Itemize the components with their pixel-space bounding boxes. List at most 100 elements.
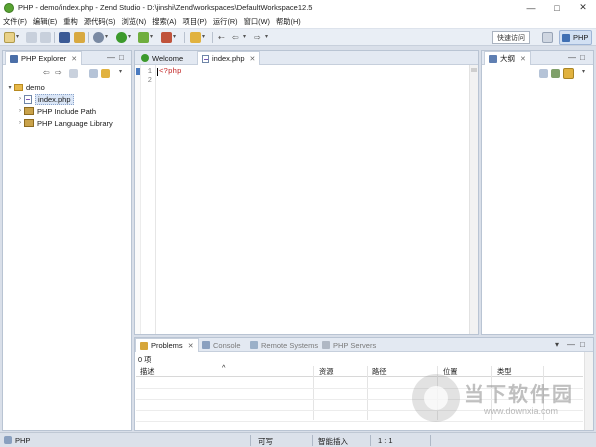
new-project-icon[interactable] [74, 32, 85, 43]
minimize-view-icon[interactable]: — [568, 53, 576, 62]
sort-icon[interactable] [551, 69, 560, 78]
status-bar: PHP 可写 智能插入 1 : 1 [0, 432, 596, 447]
tab-index-php[interactable]: index.php ✕ [197, 51, 261, 65]
outline-tabbar: 大纲 ✕ — □ [482, 51, 593, 65]
menu-refactor[interactable]: 重构 [60, 17, 81, 27]
maximize-view-icon[interactable]: □ [119, 53, 124, 62]
php-file-icon [202, 54, 209, 63]
minimize-window-button[interactable]: — [520, 0, 542, 15]
tree-project-demo[interactable]: ▾ demo [6, 81, 44, 93]
toolbar-separator [184, 32, 185, 43]
settings-gear-icon[interactable] [93, 32, 104, 43]
collapse-all-icon[interactable] [539, 69, 548, 78]
menu-run[interactable]: 运行(R) [210, 17, 241, 27]
menu-search[interactable]: 搜索(A) [149, 17, 179, 27]
column-header-description[interactable]: 描述 [140, 367, 155, 377]
view-menu-icon[interactable]: ▾ [582, 68, 585, 75]
close-icon[interactable]: ✕ [250, 55, 256, 63]
close-icon[interactable]: ✕ [71, 55, 77, 63]
annotation-dropdown-arrow-icon[interactable]: ▾ [202, 33, 205, 40]
settings-dropdown-arrow-icon[interactable]: ▾ [105, 33, 108, 40]
tab-console[interactable]: Console [198, 338, 245, 352]
debug-icon[interactable] [138, 32, 149, 43]
back-icon[interactable]: ⇦ [232, 33, 239, 42]
php-file-icon [24, 94, 32, 104]
include-path-label: PHP Include Path [37, 106, 97, 116]
tree-php-language-library[interactable]: › PHP Language Library [16, 117, 113, 129]
external-tools-icon[interactable] [161, 32, 172, 43]
menu-window[interactable]: 窗口(W) [241, 17, 273, 27]
link-with-editor-icon[interactable] [563, 68, 574, 79]
view-menu-icon[interactable]: ▾ [555, 340, 559, 349]
code-line[interactable]: <?php [159, 68, 182, 76]
php-explorer-tabbar: PHP Explorer ✕ — □ [3, 51, 131, 65]
quick-access-field[interactable]: 快速访问 [492, 31, 530, 44]
maximize-window-button[interactable]: □ [546, 0, 568, 15]
tree-php-include-path[interactable]: › PHP Include Path [16, 105, 96, 117]
language-library-icon [24, 119, 34, 127]
editor-vertical-scrollbar[interactable] [469, 65, 478, 334]
problems-item-count: 0 项 [138, 355, 152, 364]
menu-file[interactable]: 文件(F) [0, 17, 30, 27]
status-writable: 可写 [258, 437, 273, 446]
maximize-view-icon[interactable]: □ [580, 53, 585, 62]
collapsed-twisty-icon[interactable]: › [16, 120, 24, 126]
forward-icon[interactable]: ⇨ [254, 33, 261, 42]
tab-php-servers[interactable]: PHP Servers [318, 338, 380, 352]
collapsed-twisty-icon[interactable]: › [16, 108, 24, 114]
toggle-mark-occurrences-icon[interactable] [190, 32, 201, 43]
tab-problems[interactable]: Problems ✕ [135, 338, 199, 352]
minimize-view-icon[interactable]: — [567, 340, 575, 349]
new-dropdown-arrow-icon[interactable]: ▾ [16, 33, 19, 40]
debug-dropdown-arrow-icon[interactable]: ▾ [150, 33, 153, 40]
prev-annotation-icon[interactable]: ⇠ [218, 33, 225, 42]
column-header-resource[interactable]: 资源 [319, 367, 334, 377]
column-header-path[interactable]: 路径 [372, 367, 387, 377]
tab-welcome[interactable]: Welcome [137, 51, 187, 65]
menu-edit[interactable]: 编辑(E) [30, 17, 60, 27]
expanded-twisty-icon[interactable]: ▾ [6, 84, 14, 91]
php-servers-tab-label: PHP Servers [333, 340, 377, 350]
collapsed-twisty-icon[interactable]: › [16, 96, 24, 102]
menu-help[interactable]: 帮助(H) [273, 17, 304, 27]
php-perspective-button[interactable]: PHP [559, 30, 592, 45]
menu-source[interactable]: 源代码(S) [81, 17, 119, 27]
open-type-icon[interactable] [59, 32, 70, 43]
forward-dropdown-arrow-icon[interactable]: ▾ [265, 33, 268, 40]
save-icon[interactable] [26, 32, 37, 43]
menu-navigate[interactable]: 浏览(N) [118, 17, 149, 27]
outline-tab-label: 大纲 [500, 54, 515, 63]
toolbar-separator [212, 32, 213, 43]
close-icon[interactable]: ✕ [188, 342, 194, 350]
close-window-button[interactable]: ✕ [572, 0, 594, 15]
back-dropdown-arrow-icon[interactable]: ▾ [243, 33, 246, 40]
minimize-view-icon[interactable]: — [107, 53, 115, 62]
overview-marker [471, 68, 477, 72]
forward-icon[interactable]: ⇨ [55, 68, 62, 77]
run-dropdown-arrow-icon[interactable]: ▾ [128, 33, 131, 40]
menu-project[interactable]: 项目(P) [180, 17, 210, 27]
tab-outline[interactable]: 大纲 ✕ [484, 51, 531, 65]
tree-file-index-php[interactable]: › index.php [16, 93, 74, 105]
maximize-view-icon[interactable]: □ [580, 340, 585, 349]
close-icon[interactable]: ✕ [520, 55, 526, 63]
tab-remote-systems[interactable]: Remote Systems [246, 338, 322, 352]
back-icon[interactable]: ⇦ [43, 68, 50, 77]
welcome-icon [141, 54, 149, 62]
save-all-icon[interactable] [40, 32, 51, 43]
php-perspective-label: PHP [573, 33, 589, 42]
external-tools-dropdown-arrow-icon[interactable]: ▾ [173, 33, 176, 40]
zend-studio-app-icon [4, 2, 14, 13]
welcome-tab-label: Welcome [152, 53, 184, 63]
up-icon[interactable] [69, 69, 78, 78]
open-perspective-icon[interactable] [542, 32, 553, 43]
new-icon[interactable] [4, 32, 15, 43]
link-with-editor-icon[interactable] [101, 69, 110, 78]
run-icon[interactable] [116, 32, 127, 43]
current-line-marker [136, 68, 140, 75]
tab-php-explorer[interactable]: PHP Explorer ✕ [5, 51, 83, 65]
window-title: PHP - demo/index.php - Zend Studio - D:\… [18, 3, 313, 12]
collapse-all-icon[interactable] [89, 69, 98, 78]
include-path-icon [24, 107, 34, 115]
view-menu-icon[interactable]: ▾ [119, 68, 122, 75]
